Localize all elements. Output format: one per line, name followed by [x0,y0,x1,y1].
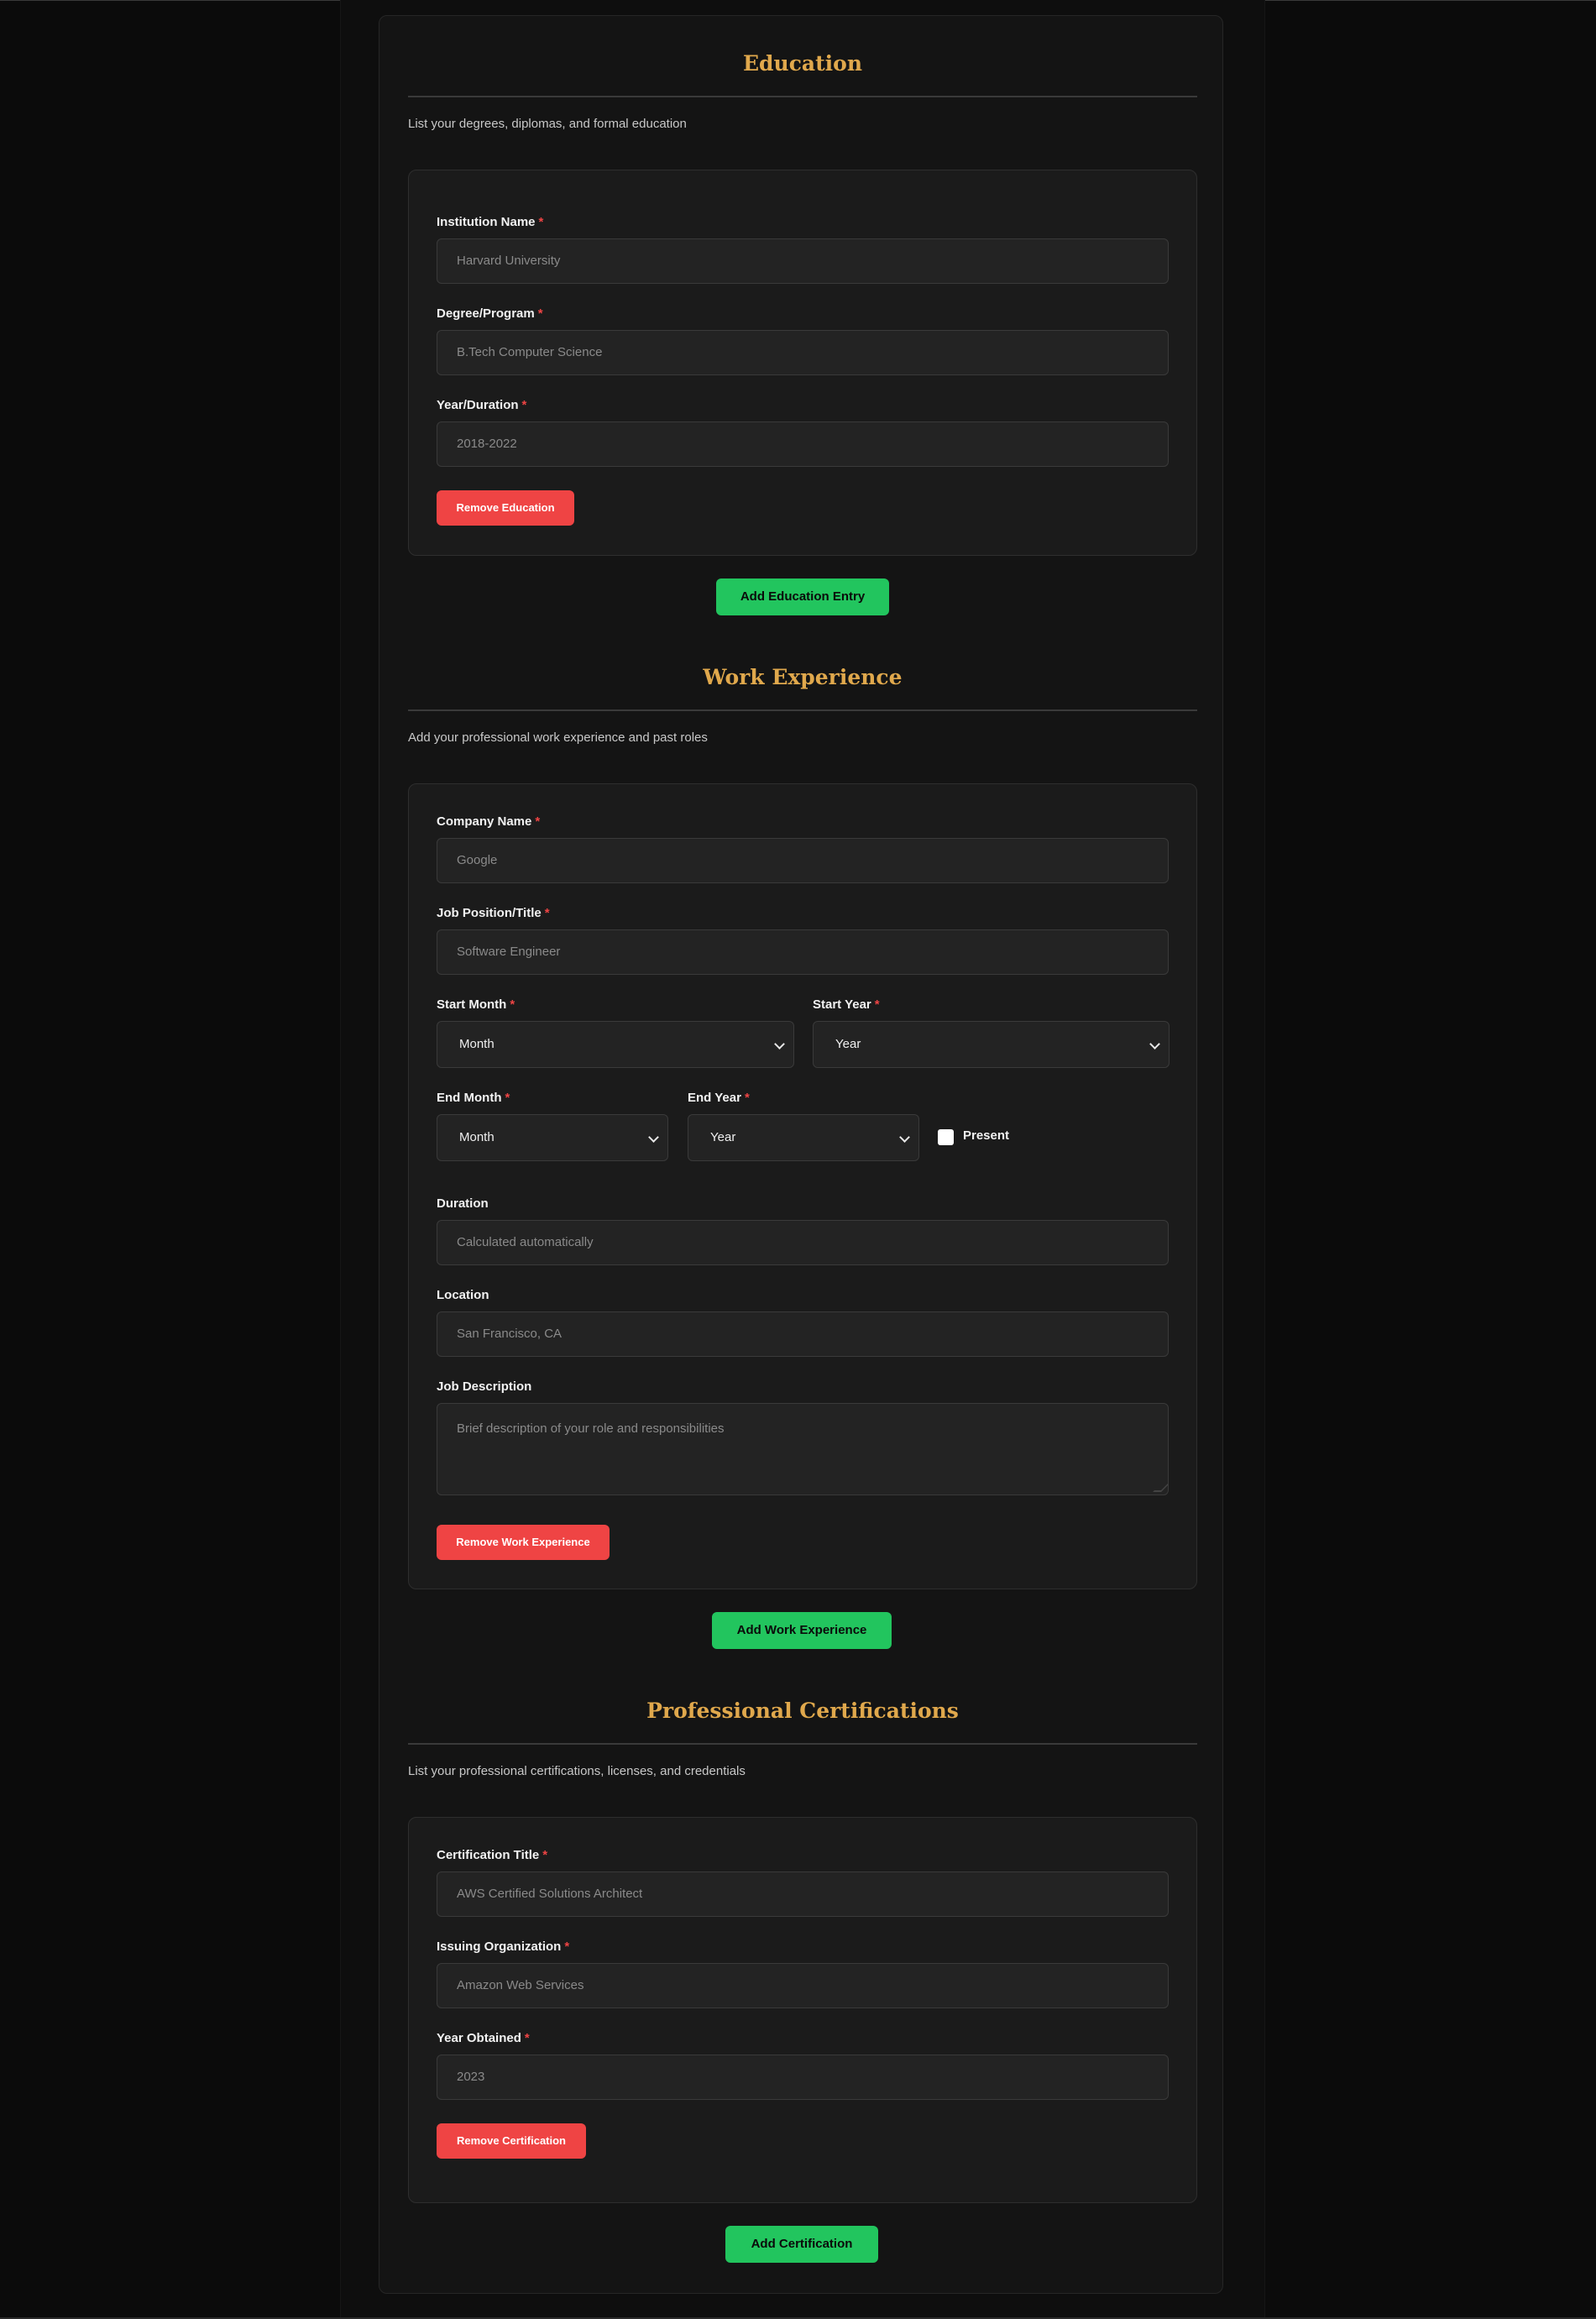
company-input[interactable]: Google [437,838,1169,883]
position-field: Job Position/Title * Software Engineer [437,905,1169,975]
institution-input[interactable]: Harvard University [437,238,1169,284]
degree-input[interactable]: B.Tech Computer Science [437,330,1169,375]
year-obtained-field: Year Obtained * 2023 [437,2030,1169,2100]
end-year-select[interactable]: Year [688,1114,919,1161]
start-year-value: Year [835,1037,861,1051]
start-month-value: Month [459,1037,494,1051]
start-year-field: Start Year * Year [813,997,1170,1068]
remove-education-button[interactable]: Remove Education [437,490,574,526]
chevron-down-icon [1149,1039,1160,1050]
required-marker: * [874,997,880,1012]
chevron-down-icon [774,1039,785,1050]
duration-field: Duration Calculated automatically [437,1196,1169,1265]
location-label: Location [437,1288,489,1302]
required-marker: * [524,2031,530,2045]
end-month-select[interactable]: Month [437,1114,668,1161]
start-year-label: Start Year [813,997,871,1012]
year-duration-label: Year/Duration [437,398,519,412]
remove-work-experience-button[interactable]: Remove Work Experience [437,1525,610,1560]
degree-field: Degree/Program * B.Tech Computer Science [437,306,1169,375]
required-marker: * [542,1848,548,1862]
job-description-field: Job Description Brief description of you… [437,1379,1169,1495]
work-entry: Company Name * Google Job Position/Title *… [408,783,1197,1589]
year-obtained-label: Year Obtained [437,2031,521,2045]
certification-title-input[interactable]: AWS Certified Solutions Architect [437,1871,1169,1917]
degree-label: Degree/Program [437,306,535,321]
location-input[interactable]: San Francisco, CA [437,1311,1169,1357]
education-section: Education List your degrees, diplomas, a… [408,49,1197,133]
position-input[interactable]: Software Engineer [437,929,1169,975]
chevron-down-icon [899,1132,910,1143]
present-checkbox-field[interactable]: Present [938,1128,1039,1148]
duration-input: Calculated automatically [437,1220,1169,1265]
education-description: List your degrees, diplomas, and formal … [408,117,687,131]
required-marker: * [505,1091,510,1105]
end-year-field: End Year * Year [688,1090,919,1161]
company-field: Company Name * Google [437,814,1169,883]
company-label: Company Name [437,814,532,829]
required-marker: * [744,1091,750,1105]
end-year-label: End Year [688,1091,741,1105]
certifications-divider [408,1743,1197,1745]
issuing-organization-label: Issuing Organization [437,1939,562,1954]
add-certification-button[interactable]: Add Certification [725,2226,878,2263]
education-entry: Institution Name * Harvard University Deg… [408,170,1197,556]
certifications-section: Professional Certifications List your pr… [408,1696,1197,1780]
certifications-description: List your professional certifications, l… [408,1764,746,1778]
year-duration-input[interactable]: 2018-2022 [437,421,1169,467]
certifications-title: Professional Certifications [646,1699,959,1723]
present-checkbox[interactable] [938,1129,954,1145]
end-month-label: End Month [437,1091,502,1105]
chevron-down-icon [648,1132,659,1143]
required-marker: * [535,814,541,829]
institution-field: Institution Name * Harvard University [437,214,1169,284]
start-year-select[interactable]: Year [813,1021,1170,1068]
end-month-field: End Month * Month [437,1090,668,1161]
required-marker: * [537,306,543,321]
education-title: Education [742,51,863,76]
work-title: Work Experience [703,665,903,689]
year-obtained-input[interactable]: 2023 [437,2055,1169,2100]
required-marker: * [510,997,515,1012]
end-month-value: Month [459,1130,494,1144]
end-year-value: Year [710,1130,736,1144]
required-marker: * [564,1939,570,1954]
location-field: Location San Francisco, CA [437,1287,1169,1357]
start-month-select[interactable]: Month [437,1021,794,1068]
add-education-button[interactable]: Add Education Entry [716,578,889,615]
present-label: Present [963,1128,1010,1143]
work-section: Work Experience Add your professional wo… [408,662,1197,746]
education-divider [408,96,1197,97]
year-duration-field: Year/Duration * 2018-2022 [437,397,1169,467]
start-month-field: Start Month * Month [437,997,794,1068]
start-month-label: Start Month [437,997,507,1012]
issuing-organization-field: Issuing Organization * Amazon Web Service… [437,1939,1169,2008]
required-marker: * [521,398,527,412]
required-marker: * [544,906,550,920]
job-description-label: Job Description [437,1379,532,1394]
institution-label: Institution Name [437,215,536,229]
work-divider [408,709,1197,711]
certification-title-field: Certification Title * AWS Certified Solut… [437,1847,1169,1917]
required-marker: * [538,215,544,229]
job-description-placeholder: Brief description of your role and respo… [457,1421,725,1436]
add-work-experience-button[interactable]: Add Work Experience [712,1612,892,1649]
certification-entry: Certification Title * AWS Certified Solut… [408,1817,1197,2203]
certification-title-label: Certification Title [437,1848,540,1862]
form-card: Education List your degrees, diplomas, a… [379,15,1223,2294]
position-label: Job Position/Title [437,906,542,920]
remove-certification-button[interactable]: Remove Certification [437,2123,586,2159]
job-description-textarea[interactable]: Brief description of your role and respo… [437,1403,1169,1495]
work-description: Add your professional work experience an… [408,730,708,745]
resize-handle-icon[interactable] [1153,1484,1168,1492]
duration-label: Duration [437,1196,489,1211]
issuing-organization-input[interactable]: Amazon Web Services [437,1963,1169,2008]
